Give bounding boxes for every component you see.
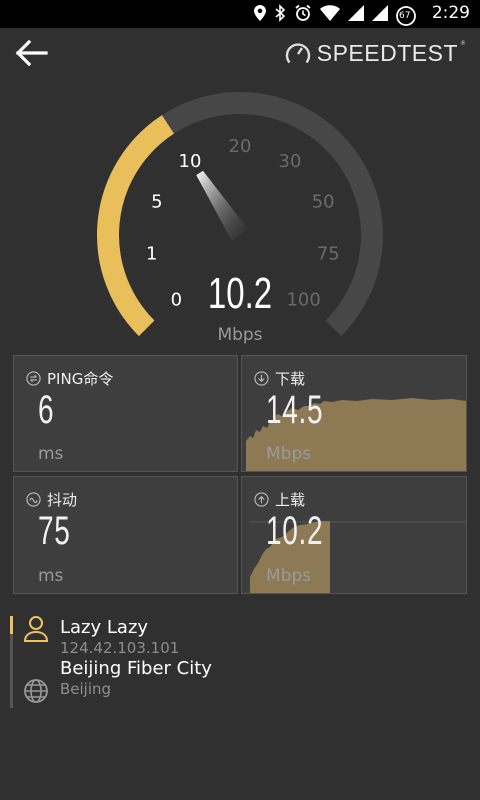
upload-value: 10.2 — [266, 509, 324, 553]
gauge-tick-100: 100 — [286, 290, 320, 311]
brand-name: SPEEDTEST — [316, 40, 458, 66]
jitter-icon — [26, 492, 41, 507]
speed-gauge: 0 1 5 10 20 30 50 75 100 10.2 Mbps — [97, 92, 383, 345]
gauge-tick-50: 50 — [312, 192, 335, 213]
gauge-tick-30: 30 — [279, 151, 302, 172]
upload-unit: Mbps — [266, 566, 312, 586]
bluetooth-icon — [274, 4, 286, 27]
ping-label: PING命令 — [47, 370, 114, 388]
status-time: 2:29 — [431, 3, 470, 23]
ping-unit: ms — [38, 444, 64, 464]
gauge-tick-10: 10 — [179, 151, 202, 172]
jitter-unit: ms — [38, 566, 64, 586]
server-indicator — [10, 616, 13, 634]
gauge-needle — [196, 170, 249, 241]
wifi-icon — [320, 5, 340, 26]
download-unit: Mbps — [266, 444, 312, 464]
ip-address: 124.42.103.101 — [60, 639, 180, 657]
alarm-icon — [294, 4, 312, 27]
signal-icon-2 — [372, 5, 388, 26]
speedtest-logo: SPEEDTEST ® — [285, 40, 466, 67]
gauge-unit: Mbps — [217, 325, 262, 345]
ping-value: 6 — [38, 388, 55, 432]
speedometer-icon — [285, 42, 310, 63]
gauge-fill — [97, 115, 175, 337]
globe-icon — [24, 679, 48, 703]
upload-icon — [254, 492, 269, 507]
location-icon — [254, 5, 266, 26]
upload-label: 上载 — [275, 491, 306, 509]
download-value: 14.5 — [266, 388, 324, 432]
user-icon — [23, 616, 49, 642]
jitter-value: 75 — [38, 509, 71, 553]
ping-icon — [26, 371, 41, 386]
back-arrow-icon — [15, 39, 48, 67]
battery-icon: 67 — [396, 5, 416, 26]
status-bar: 67 2:29 — [0, 0, 480, 28]
gauge-tick-1: 1 — [146, 244, 157, 265]
jitter-label: 抖动 — [47, 491, 78, 509]
user-name: Lazy Lazy — [60, 617, 149, 638]
isp-name: Beijing Fiber City — [60, 658, 212, 679]
server-info[interactable]: Lazy Lazy 124.42.103.101 Beijing Fiber C… — [0, 610, 480, 720]
ping-panel: PING命令 6 ms — [13, 355, 238, 472]
gauge-tick-75: 75 — [317, 244, 340, 265]
status-icons: 67 — [254, 4, 416, 27]
gauge-tick-5: 5 — [151, 192, 162, 213]
download-icon — [254, 371, 269, 386]
upload-panel: 上载 10.2 Mbps — [241, 476, 467, 594]
battery-level: 67 — [399, 10, 411, 21]
download-label: 下载 — [275, 370, 306, 388]
download-panel: 下载 14.5 Mbps — [241, 355, 467, 472]
jitter-panel: 抖动 75 ms — [13, 476, 238, 594]
server-location: Beijing — [60, 680, 112, 698]
gauge-value: 10.2 — [208, 270, 272, 319]
back-button[interactable] — [14, 38, 54, 72]
gauge-tick-20: 20 — [229, 136, 252, 157]
gauge-tick-0: 0 — [171, 290, 182, 311]
signal-icon — [348, 5, 364, 26]
